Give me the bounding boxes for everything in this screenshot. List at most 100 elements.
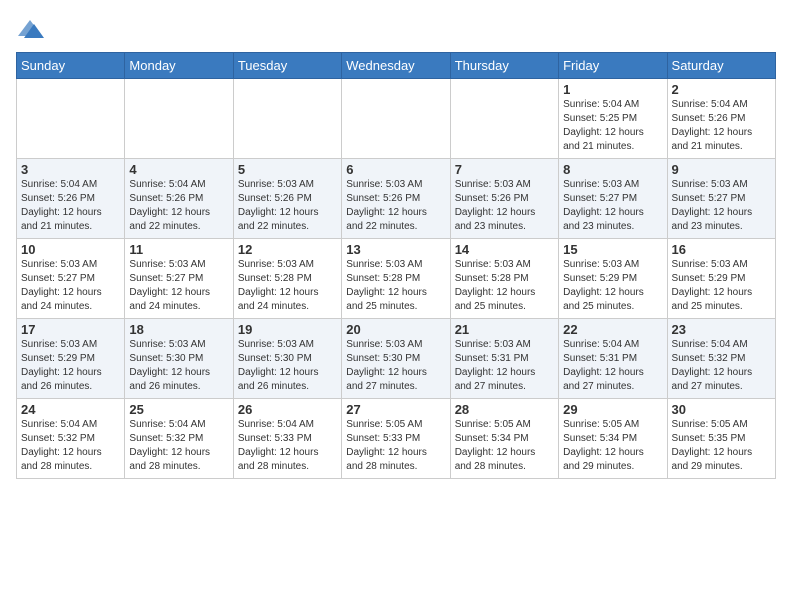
calendar-body: 1Sunrise: 5:04 AM Sunset: 5:25 PM Daylig… <box>17 79 776 479</box>
day-number: 9 <box>672 162 771 177</box>
day-number: 3 <box>21 162 120 177</box>
day-number: 12 <box>238 242 337 257</box>
weekday-header: Thursday <box>450 53 558 79</box>
day-number: 23 <box>672 322 771 337</box>
day-number: 22 <box>563 322 662 337</box>
day-info: Sunrise: 5:03 AM Sunset: 5:28 PM Dayligh… <box>238 258 337 314</box>
calendar-header: SundayMondayTuesdayWednesdayThursdayFrid… <box>17 53 776 79</box>
day-number: 1 <box>563 82 662 97</box>
day-number: 24 <box>21 402 120 417</box>
day-number: 10 <box>21 242 120 257</box>
calendar-cell: 21Sunrise: 5:03 AM Sunset: 5:31 PM Dayli… <box>450 319 558 399</box>
calendar-cell: 11Sunrise: 5:03 AM Sunset: 5:27 PM Dayli… <box>125 239 233 319</box>
day-number: 26 <box>238 402 337 417</box>
day-info: Sunrise: 5:04 AM Sunset: 5:32 PM Dayligh… <box>672 338 771 394</box>
day-info: Sunrise: 5:04 AM Sunset: 5:26 PM Dayligh… <box>21 178 120 234</box>
day-number: 7 <box>455 162 554 177</box>
calendar-week: 1Sunrise: 5:04 AM Sunset: 5:25 PM Daylig… <box>17 79 776 159</box>
weekday-header: Wednesday <box>342 53 450 79</box>
calendar-cell: 29Sunrise: 5:05 AM Sunset: 5:34 PM Dayli… <box>559 399 667 479</box>
weekday-header: Monday <box>125 53 233 79</box>
calendar-cell: 16Sunrise: 5:03 AM Sunset: 5:29 PM Dayli… <box>667 239 775 319</box>
calendar-cell <box>17 79 125 159</box>
day-info: Sunrise: 5:03 AM Sunset: 5:29 PM Dayligh… <box>563 258 662 314</box>
day-number: 27 <box>346 402 445 417</box>
calendar-cell: 19Sunrise: 5:03 AM Sunset: 5:30 PM Dayli… <box>233 319 341 399</box>
day-info: Sunrise: 5:04 AM Sunset: 5:33 PM Dayligh… <box>238 418 337 474</box>
calendar: SundayMondayTuesdayWednesdayThursdayFrid… <box>16 52 776 479</box>
calendar-week: 17Sunrise: 5:03 AM Sunset: 5:29 PM Dayli… <box>17 319 776 399</box>
calendar-cell: 7Sunrise: 5:03 AM Sunset: 5:26 PM Daylig… <box>450 159 558 239</box>
day-info: Sunrise: 5:04 AM Sunset: 5:26 PM Dayligh… <box>129 178 228 234</box>
calendar-cell: 3Sunrise: 5:04 AM Sunset: 5:26 PM Daylig… <box>17 159 125 239</box>
calendar-cell: 2Sunrise: 5:04 AM Sunset: 5:26 PM Daylig… <box>667 79 775 159</box>
weekday-header: Friday <box>559 53 667 79</box>
day-number: 28 <box>455 402 554 417</box>
day-number: 19 <box>238 322 337 337</box>
calendar-cell: 25Sunrise: 5:04 AM Sunset: 5:32 PM Dayli… <box>125 399 233 479</box>
calendar-cell: 9Sunrise: 5:03 AM Sunset: 5:27 PM Daylig… <box>667 159 775 239</box>
day-info: Sunrise: 5:05 AM Sunset: 5:35 PM Dayligh… <box>672 418 771 474</box>
day-number: 17 <box>21 322 120 337</box>
calendar-cell: 26Sunrise: 5:04 AM Sunset: 5:33 PM Dayli… <box>233 399 341 479</box>
day-info: Sunrise: 5:04 AM Sunset: 5:25 PM Dayligh… <box>563 98 662 154</box>
day-number: 21 <box>455 322 554 337</box>
calendar-cell <box>125 79 233 159</box>
day-number: 16 <box>672 242 771 257</box>
calendar-cell: 15Sunrise: 5:03 AM Sunset: 5:29 PM Dayli… <box>559 239 667 319</box>
calendar-cell: 14Sunrise: 5:03 AM Sunset: 5:28 PM Dayli… <box>450 239 558 319</box>
day-number: 11 <box>129 242 228 257</box>
day-info: Sunrise: 5:03 AM Sunset: 5:29 PM Dayligh… <box>21 338 120 394</box>
day-number: 13 <box>346 242 445 257</box>
calendar-cell: 5Sunrise: 5:03 AM Sunset: 5:26 PM Daylig… <box>233 159 341 239</box>
day-info: Sunrise: 5:05 AM Sunset: 5:33 PM Dayligh… <box>346 418 445 474</box>
calendar-cell: 8Sunrise: 5:03 AM Sunset: 5:27 PM Daylig… <box>559 159 667 239</box>
weekday-row: SundayMondayTuesdayWednesdayThursdayFrid… <box>17 53 776 79</box>
day-info: Sunrise: 5:03 AM Sunset: 5:27 PM Dayligh… <box>129 258 228 314</box>
day-info: Sunrise: 5:04 AM Sunset: 5:32 PM Dayligh… <box>129 418 228 474</box>
day-info: Sunrise: 5:03 AM Sunset: 5:28 PM Dayligh… <box>346 258 445 314</box>
day-info: Sunrise: 5:03 AM Sunset: 5:26 PM Dayligh… <box>346 178 445 234</box>
day-info: Sunrise: 5:04 AM Sunset: 5:26 PM Dayligh… <box>672 98 771 154</box>
calendar-cell: 18Sunrise: 5:03 AM Sunset: 5:30 PM Dayli… <box>125 319 233 399</box>
day-number: 15 <box>563 242 662 257</box>
day-number: 8 <box>563 162 662 177</box>
calendar-cell: 22Sunrise: 5:04 AM Sunset: 5:31 PM Dayli… <box>559 319 667 399</box>
logo-icon <box>16 16 44 44</box>
day-info: Sunrise: 5:05 AM Sunset: 5:34 PM Dayligh… <box>455 418 554 474</box>
weekday-header: Sunday <box>17 53 125 79</box>
calendar-cell <box>450 79 558 159</box>
calendar-cell: 1Sunrise: 5:04 AM Sunset: 5:25 PM Daylig… <box>559 79 667 159</box>
day-number: 14 <box>455 242 554 257</box>
calendar-cell: 17Sunrise: 5:03 AM Sunset: 5:29 PM Dayli… <box>17 319 125 399</box>
day-info: Sunrise: 5:03 AM Sunset: 5:27 PM Dayligh… <box>563 178 662 234</box>
day-info: Sunrise: 5:03 AM Sunset: 5:31 PM Dayligh… <box>455 338 554 394</box>
calendar-cell: 13Sunrise: 5:03 AM Sunset: 5:28 PM Dayli… <box>342 239 450 319</box>
header <box>16 16 776 44</box>
day-info: Sunrise: 5:03 AM Sunset: 5:28 PM Dayligh… <box>455 258 554 314</box>
page-container: SundayMondayTuesdayWednesdayThursdayFrid… <box>0 0 792 489</box>
day-number: 20 <box>346 322 445 337</box>
calendar-week: 3Sunrise: 5:04 AM Sunset: 5:26 PM Daylig… <box>17 159 776 239</box>
day-number: 18 <box>129 322 228 337</box>
day-info: Sunrise: 5:04 AM Sunset: 5:31 PM Dayligh… <box>563 338 662 394</box>
day-info: Sunrise: 5:03 AM Sunset: 5:27 PM Dayligh… <box>21 258 120 314</box>
day-info: Sunrise: 5:03 AM Sunset: 5:29 PM Dayligh… <box>672 258 771 314</box>
calendar-cell: 27Sunrise: 5:05 AM Sunset: 5:33 PM Dayli… <box>342 399 450 479</box>
day-info: Sunrise: 5:03 AM Sunset: 5:30 PM Dayligh… <box>346 338 445 394</box>
calendar-cell <box>342 79 450 159</box>
day-info: Sunrise: 5:05 AM Sunset: 5:34 PM Dayligh… <box>563 418 662 474</box>
day-info: Sunrise: 5:03 AM Sunset: 5:26 PM Dayligh… <box>238 178 337 234</box>
day-info: Sunrise: 5:03 AM Sunset: 5:30 PM Dayligh… <box>129 338 228 394</box>
day-info: Sunrise: 5:04 AM Sunset: 5:32 PM Dayligh… <box>21 418 120 474</box>
day-number: 29 <box>563 402 662 417</box>
day-number: 6 <box>346 162 445 177</box>
day-info: Sunrise: 5:03 AM Sunset: 5:27 PM Dayligh… <box>672 178 771 234</box>
calendar-cell: 23Sunrise: 5:04 AM Sunset: 5:32 PM Dayli… <box>667 319 775 399</box>
day-number: 30 <box>672 402 771 417</box>
calendar-cell: 30Sunrise: 5:05 AM Sunset: 5:35 PM Dayli… <box>667 399 775 479</box>
calendar-cell: 6Sunrise: 5:03 AM Sunset: 5:26 PM Daylig… <box>342 159 450 239</box>
day-number: 2 <box>672 82 771 97</box>
day-number: 5 <box>238 162 337 177</box>
day-info: Sunrise: 5:03 AM Sunset: 5:30 PM Dayligh… <box>238 338 337 394</box>
